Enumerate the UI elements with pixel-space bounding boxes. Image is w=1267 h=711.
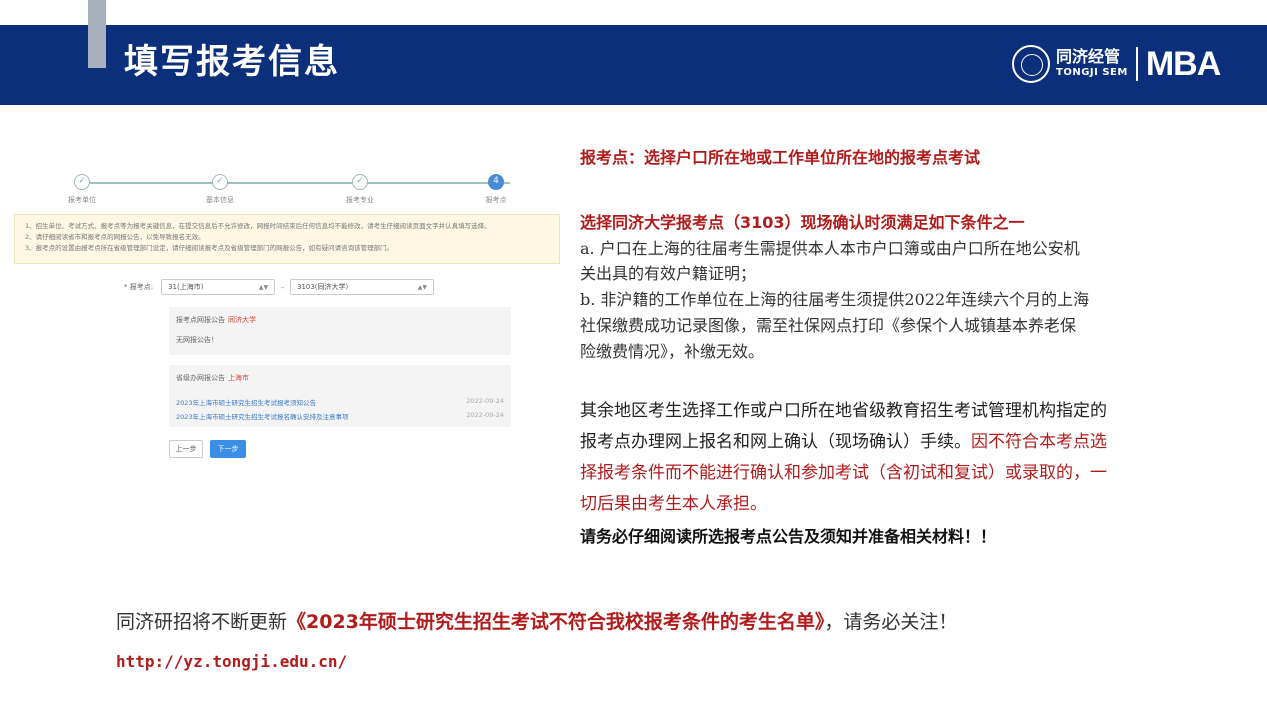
province-notice-box: 省级办网报公告 上海市 2023年上海市硕士研究生招生考试报考须知公告 2022-… bbox=[169, 365, 511, 427]
condition-a-line: 关出具的有效户籍证明； bbox=[580, 264, 757, 283]
check-icon: ✓ bbox=[74, 174, 90, 190]
tongji-condition-heading: 选择同济大学报考点（3103）现场确认时须满足如下条件之一 bbox=[580, 213, 1025, 232]
notice-box: 1、招生单位、考试方式、报考点等为报考关键信息，在提交信息后不允许修改，网报时间… bbox=[14, 214, 560, 264]
announcement-link[interactable]: 2023年上海市硕士研究生招生考试报考须知公告 bbox=[176, 397, 316, 407]
province-select[interactable]: 31(上海市) ▲▼ bbox=[161, 279, 276, 295]
announcement-date: 2022-09-24 bbox=[466, 397, 504, 405]
admissions-url-link[interactable]: http://yz.tongji.edu.cn/ bbox=[116, 652, 347, 671]
exam-site-heading: 报考点：选择户口所在地或工作单位所在地的报考点考试 bbox=[580, 148, 981, 167]
chevron-down-icon: ▲▼ bbox=[258, 283, 269, 291]
university-seal-icon bbox=[1012, 45, 1050, 83]
announcement-row[interactable]: 2023年上海市硕士研究生招生考试报考须知公告 2022-09-24 bbox=[176, 397, 504, 407]
header-accent-bar bbox=[88, 0, 106, 68]
site-notice-body: 无网报公告！ bbox=[176, 336, 218, 344]
next-button[interactable]: 下一步 bbox=[210, 440, 246, 458]
site-notice-box: 报考点网报公告 同济大学 无网报公告！ bbox=[169, 307, 511, 355]
reminder-text: 请务必仔细阅读所选报考点公告及须知并准备相关材料！！ bbox=[580, 527, 997, 546]
site-name: 同济大学 bbox=[228, 316, 256, 324]
exam-site-label: * 报考点: bbox=[124, 283, 154, 291]
step-label: 报考点 bbox=[485, 196, 507, 204]
condition-b-line: 社保缴费成功记录图像，需至社保网点打印《参保个人城镇基本养老保 bbox=[580, 316, 1077, 335]
logo-chinese-name: 同济经管 bbox=[1056, 47, 1121, 66]
other-region-line: 其余地区考生选择工作或户口所在地省级教育招生考试管理机构指定的 bbox=[580, 401, 1107, 421]
notice-line: 1、招生单位、考试方式、报考点等为报考关键信息，在提交信息后不允许修改，网报时间… bbox=[25, 222, 491, 230]
step-label: 报考专业 bbox=[346, 196, 374, 204]
warning-text: 择报考条件而不能进行确认和参加考试（含初试和复试）或录取的，一 bbox=[580, 463, 1107, 483]
step-label: 报考单位 bbox=[68, 196, 96, 204]
check-icon: ✓ bbox=[212, 174, 228, 190]
check-icon: ✓ bbox=[352, 174, 368, 190]
prev-button[interactable]: 上一步 bbox=[169, 440, 203, 458]
page-title: 填写报考信息 bbox=[124, 42, 340, 82]
update-notice: 同济研招将不断更新《2023年硕士研究生招生考试不符合我校报考条件的考生名单》，… bbox=[116, 611, 958, 633]
step-progress: ✓ 报考单位 ✓ 基本信息 ✓ 报考专业 4 报考点 bbox=[68, 174, 515, 214]
condition-a-line: a. 户口在上海的往届考生需提供本人本市户口簿或由户口所在地公安机 bbox=[580, 239, 1080, 258]
step-1[interactable]: ✓ 报考单位 bbox=[52, 174, 112, 205]
notice-line: 3、报考点的设置由报考点所在省级管理部门设定，请仔细阅读报考点及省级管理部门的网… bbox=[25, 244, 394, 252]
step-label: 基本信息 bbox=[206, 196, 234, 204]
province-name: 上海市 bbox=[228, 374, 249, 382]
step-number: 4 bbox=[488, 174, 504, 190]
slide: 填写报考信息 同济经管 TONGJI SEM MBA ✓ 报考单位 ✓ 基本信息… bbox=[0, 0, 1267, 711]
warning-text: 因不符合本考点选 bbox=[971, 432, 1107, 452]
separator: - bbox=[281, 282, 284, 292]
notice-line: 2、请仔细阅读省市和报考点的网报公告，以免导致报名无效。 bbox=[25, 233, 205, 241]
form-screenshot: ✓ 报考单位 ✓ 基本信息 ✓ 报考专业 4 报考点 1、招生单位、考试方式、报… bbox=[14, 160, 562, 470]
exam-site-select[interactable]: 3103(同济大学) ▲▼ bbox=[289, 279, 434, 295]
other-region-line: 报考点办理网上报名和网上确认（现场确认）手续。因不符合本考点选 bbox=[580, 432, 1107, 452]
condition-b-line: 险缴费情况》，补缴无效。 bbox=[580, 342, 765, 361]
logo-divider bbox=[1135, 47, 1138, 81]
announcement-date: 2022-09-24 bbox=[466, 411, 504, 419]
ineligible-list-title: 《2023年硕士研究生招生考试不符合我校报考条件的考生名单》 bbox=[287, 611, 825, 633]
logo-english-name: TONGJI SEM bbox=[1056, 67, 1128, 78]
exam-site-row: * 报考点: 31(上海市) ▲▼ - 3103(同济大学) ▲▼ bbox=[124, 278, 434, 296]
logo-mba: MBA bbox=[1145, 44, 1221, 83]
announcement-link[interactable]: 2023年上海市硕士研究生招生考试报名确认安排及注意事项 bbox=[176, 411, 349, 421]
step-4[interactable]: 4 报考点 bbox=[466, 174, 526, 205]
condition-b-line: b. 非沪籍的工作单位在上海的往届考生须提供2022年连续六个月的上海 bbox=[580, 290, 1090, 309]
step-3[interactable]: ✓ 报考专业 bbox=[330, 174, 390, 205]
tongji-sem-logo: 同济经管 TONGJI SEM MBA bbox=[1012, 44, 1221, 84]
step-2[interactable]: ✓ 基本信息 bbox=[190, 174, 250, 205]
chevron-down-icon: ▲▼ bbox=[417, 283, 427, 291]
step-line bbox=[90, 182, 510, 184]
warning-text: 切后果由考生本人承担。 bbox=[580, 494, 767, 514]
announcement-row[interactable]: 2023年上海市硕士研究生招生考试报名确认安排及注意事项 2022-09-24 bbox=[176, 411, 504, 421]
